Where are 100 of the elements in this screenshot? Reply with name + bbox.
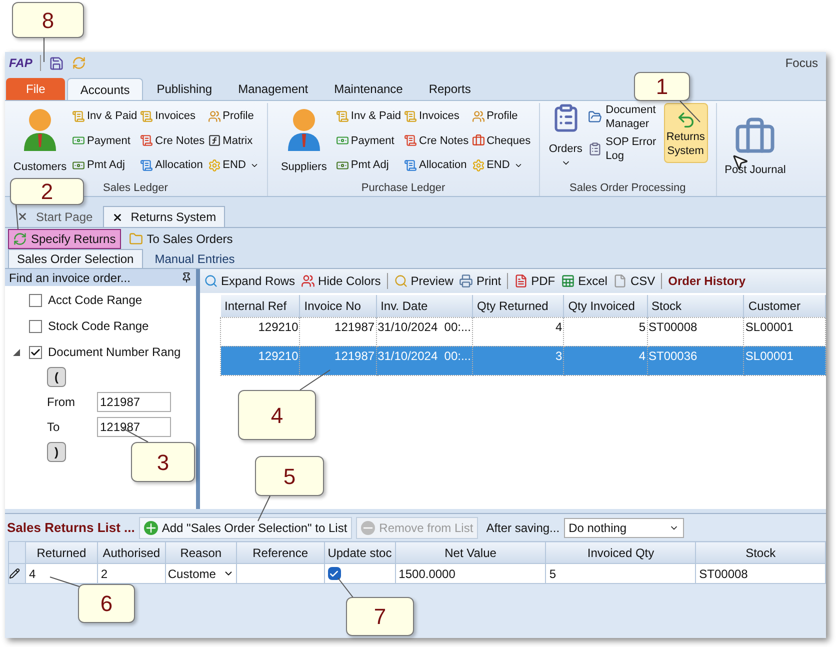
column-header[interactable]: Invoice No [300, 295, 376, 317]
ribbon-tab[interactable]: Accounts [67, 78, 143, 100]
ribbon-button[interactable]: SOP Error Log [588, 135, 660, 163]
column-header[interactable]: Reference [236, 542, 324, 564]
app-logo: FAP [9, 55, 32, 72]
column-header[interactable]: Reason [165, 542, 236, 564]
scroll-icon [140, 134, 154, 148]
ribbon-button[interactable]: Invoices [140, 105, 205, 127]
ribbon-button[interactable]: Payment [336, 130, 402, 152]
ribbon-button[interactable]: Profile [472, 105, 531, 127]
large-ribbon-button[interactable]: Customers [12, 105, 68, 177]
ribbon-button[interactable]: Allocation [140, 154, 205, 177]
orders-button[interactable]: Orders [548, 103, 584, 177]
checkbox[interactable] [328, 567, 341, 580]
checkbox[interactable] [29, 320, 42, 332]
checkbox[interactable] [29, 294, 42, 306]
toolbar-button[interactable]: Specify Returns [8, 228, 121, 248]
scroll-icon [404, 159, 418, 172]
document-icon [613, 274, 628, 288]
ribbon-button[interactable]: Cheques [472, 130, 531, 152]
check-icon [30, 346, 41, 358]
ribbon-button[interactable]: Invoices [404, 105, 469, 127]
pin-icon[interactable] [181, 272, 192, 283]
column-header[interactable]: Qty Invoiced [564, 295, 647, 317]
filter-label: Acct Code Range [48, 292, 142, 309]
column-header[interactable]: Qty Returned [472, 295, 564, 317]
scroll-icon [140, 110, 154, 122]
table-cell: ST00036 [647, 346, 744, 375]
column-header[interactable]: Returned [25, 542, 98, 564]
ribbon-button[interactable]: Pmt Adj [72, 154, 138, 177]
ribbon-tab[interactable]: Reports [416, 78, 483, 100]
ribbon-tab[interactable]: Management [226, 78, 320, 100]
ribbon-button[interactable]: Cre Notes [404, 130, 469, 152]
scroll-icon [336, 110, 349, 122]
toolbar-button[interactable]: Hide Colors [301, 272, 381, 290]
ribbon-button[interactable]: Payment [72, 130, 138, 152]
check-icon [329, 568, 340, 578]
save-icon[interactable] [49, 56, 64, 70]
column-header[interactable]: Invoiced Qty [546, 542, 696, 564]
callout: 6 [78, 584, 135, 623]
ribbon-button[interactable]: Inv & Paid [336, 105, 402, 127]
gear-icon [472, 159, 485, 172]
column-header[interactable]: Customer [744, 295, 826, 317]
clipboard-icon [588, 142, 602, 156]
ribbon-button[interactable]: Inv & Paid [72, 105, 138, 127]
document-tab[interactable]: Returns System [102, 206, 226, 227]
leader-line [300, 370, 330, 390]
input-field[interactable]: 121987 [97, 417, 171, 437]
column-header[interactable]: Inv. Date [376, 295, 472, 317]
leader-line [16, 204, 18, 230]
banknote-icon [336, 134, 349, 148]
table-row[interactable]: 129210 121987 31/10/2024 00:... 4 5 ST00008 SL00001 [220, 317, 826, 346]
bracket-button[interactable]: ) [47, 442, 66, 462]
bracket-button[interactable]: ( [47, 367, 66, 387]
ribbon-button[interactable]: Pmt Adj [336, 154, 402, 177]
close-icon[interactable] [112, 212, 123, 222]
people-icon [208, 110, 221, 122]
scroll-icon [404, 134, 418, 148]
sub-tab[interactable]: Manual Entries [146, 249, 243, 268]
folder-icon [588, 110, 602, 124]
column-header[interactable]: Internal Ref [220, 295, 300, 317]
toolbar-button[interactable]: Print [459, 272, 502, 290]
ribbon-button[interactable]: END [208, 154, 259, 177]
column-header[interactable]: Stock [647, 295, 744, 317]
returns-system-button[interactable]: Returns System [664, 103, 708, 163]
expander-icon[interactable] [13, 348, 20, 356]
ribbon-button[interactable]: Profile [208, 105, 259, 127]
document-tab[interactable]: Start Page [9, 206, 101, 227]
ribbon-button[interactable]: Matrix [208, 130, 259, 152]
post-journal-button[interactable]: Post Journal [720, 103, 790, 181]
ribbon-button[interactable]: Cre Notes [140, 130, 205, 152]
toolbar-button[interactable]: Excel [561, 272, 608, 290]
sub-tab[interactable]: Sales Order Selection [8, 249, 143, 268]
ribbon-button[interactable]: Allocation [404, 154, 469, 177]
toolbar-button[interactable]: To Sales Orders [124, 228, 237, 248]
toolbar-button[interactable]: CSV [613, 272, 656, 290]
toolbar-button[interactable]: Expand Rows [204, 272, 296, 290]
column-header[interactable]: Update stoc [324, 542, 396, 564]
ribbon-button[interactable]: END [472, 154, 531, 177]
toolbar-button[interactable]: PDF [514, 272, 556, 290]
column-header[interactable]: Stock [696, 542, 826, 564]
ribbon-tab[interactable]: Publishing [144, 78, 224, 100]
edit-row-icon [9, 568, 20, 579]
banknote-icon [72, 159, 85, 172]
checkbox[interactable] [29, 346, 42, 358]
dropdown-field[interactable]: Do nothing [564, 518, 684, 538]
large-ribbon-button[interactable]: Suppliers [276, 105, 332, 177]
function-icon [208, 134, 221, 148]
callout: 2 [10, 178, 84, 205]
scroll-icon [140, 159, 154, 172]
add-to-list-button[interactable]: Add "Sales Order Selection" to List [138, 516, 352, 538]
gear-icon [208, 159, 221, 172]
ribbon-button[interactable]: Document Manager [588, 103, 660, 131]
input-field[interactable]: 121987 [97, 392, 171, 412]
toolbar-button[interactable]: Preview [394, 272, 454, 290]
column-header[interactable]: Authorised [97, 542, 166, 564]
briefcase-icon [472, 134, 485, 148]
ribbon-tab[interactable]: Maintenance [322, 78, 415, 100]
table-cell: 4 [564, 346, 647, 375]
column-header[interactable]: Net Value [395, 542, 546, 564]
